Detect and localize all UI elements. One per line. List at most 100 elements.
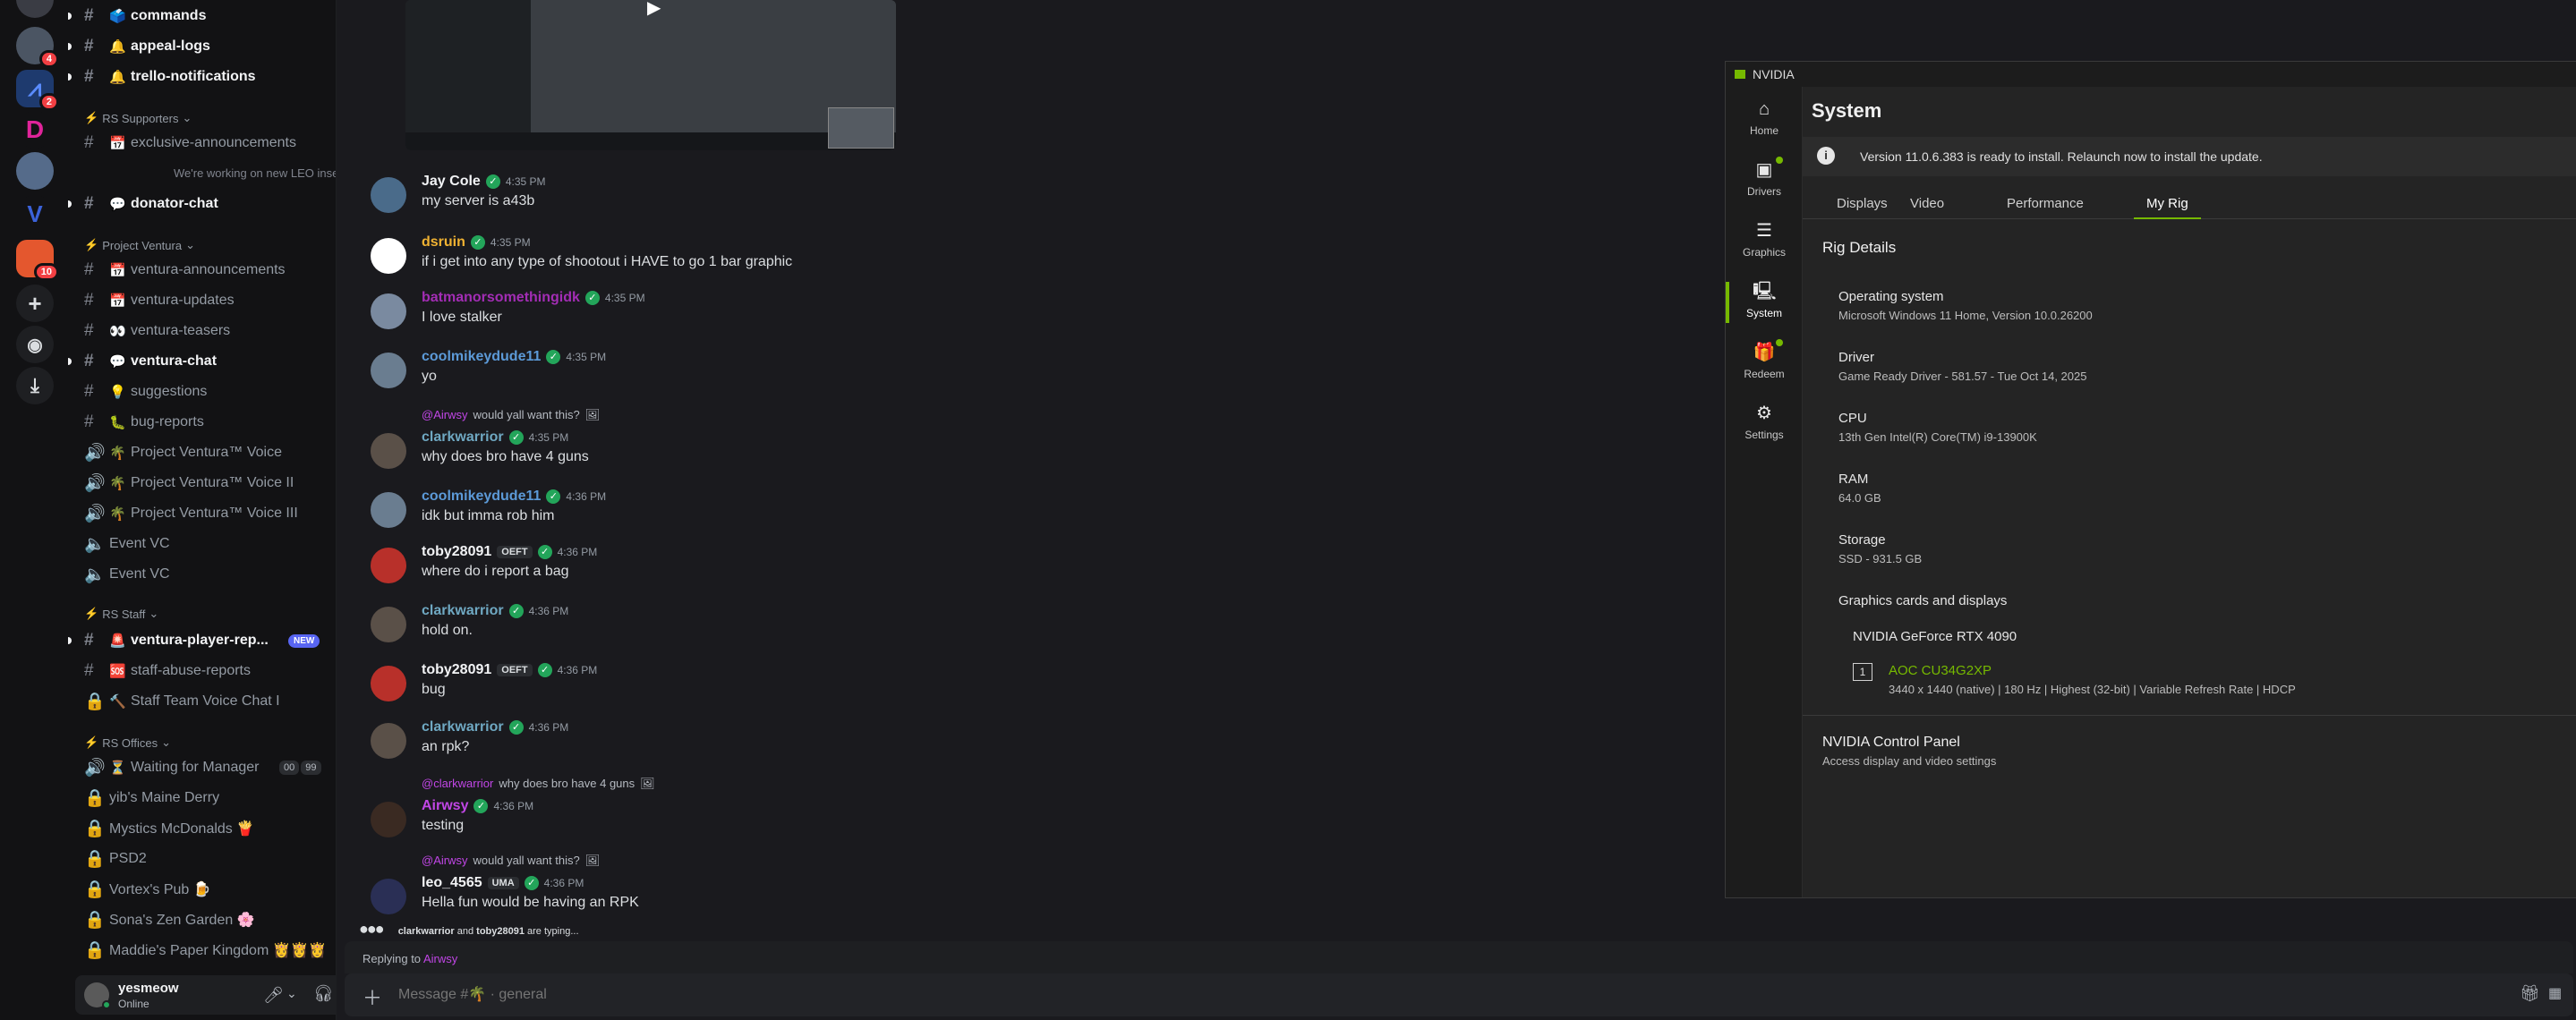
- channel-ventura-item[interactable]: 🔈 Event VC: [68, 530, 336, 558]
- server-icon[interactable]: ⩘ 2: [16, 70, 59, 111]
- reply-target[interactable]: Airwsy: [423, 952, 457, 965]
- avatar[interactable]: [371, 666, 406, 701]
- username[interactable]: toby28091: [422, 662, 491, 678]
- server-icon[interactable]: [16, 152, 54, 190]
- channel-ventura-player-reports[interactable]: # 🚨 ventura-player-rep... NEW: [68, 626, 336, 655]
- channel-office-item[interactable]: 🔒 yib's Maine Derry: [68, 784, 336, 812]
- hash-icon: #: [84, 133, 94, 152]
- avatar[interactable]: [371, 433, 406, 469]
- username[interactable]: coolmikeydude11: [422, 349, 541, 365]
- reply-user[interactable]: @Airwsy: [422, 854, 467, 867]
- channel-ventura-item[interactable]: # 📅 ventura-announcements: [68, 256, 336, 285]
- gif-icon[interactable]: ▦: [2548, 984, 2562, 1002]
- tab-performance[interactable]: Performance: [1994, 189, 2096, 219]
- reply-user[interactable]: @clarkwarrior: [422, 777, 493, 790]
- tab-video[interactable]: Video: [1898, 189, 1957, 219]
- reply-reference[interactable]: @clarkwarrior why does bro have 4 guns 🖼: [422, 777, 655, 791]
- server-icon[interactable]: [16, 0, 54, 18]
- server-icon[interactable]: D: [16, 111, 54, 149]
- channel-commands[interactable]: # 🗳️ commands: [68, 2, 336, 30]
- channel-appeal-logs[interactable]: # 🔔 appeal-logs: [68, 32, 336, 61]
- channel-exclusive-announcements[interactable]: # 📅 exclusive-announcements: [68, 129, 336, 157]
- username[interactable]: yesmeow: [118, 981, 179, 996]
- username[interactable]: Jay Cole: [422, 174, 481, 190]
- add-server-icon[interactable]: +: [16, 285, 54, 322]
- category-project-ventura[interactable]: ⚡ Project Ventura ⌄: [84, 238, 195, 252]
- username[interactable]: clarkwarrior: [422, 719, 504, 735]
- avatar[interactable]: [371, 353, 406, 388]
- nav-settings[interactable]: ⚙ Settings: [1726, 396, 1803, 452]
- chevron-down-icon[interactable]: ⌄: [286, 986, 297, 1001]
- channel-ventura-item[interactable]: # 💬 ventura-chat: [68, 347, 336, 376]
- username[interactable]: leo_4565: [422, 875, 482, 891]
- channel-trello-notifications[interactable]: # 🔔 trello-notifications: [68, 63, 336, 91]
- channel-ventura-item[interactable]: 🔈 Event VC: [68, 560, 336, 589]
- control-panel-title[interactable]: NVIDIA Control Panel: [1822, 735, 1960, 751]
- play-icon[interactable]: ▶: [647, 0, 672, 21]
- server-icon[interactable]: 4: [16, 27, 59, 68]
- server-icon[interactable]: V: [16, 195, 54, 233]
- channel-label: Sona's Zen Garden 🌸: [109, 913, 255, 928]
- avatar[interactable]: [371, 879, 406, 914]
- nav-redeem[interactable]: 🎁 Redeem: [1726, 336, 1803, 391]
- category-rs-supporters[interactable]: ⚡ RS Supporters ⌄: [84, 111, 192, 125]
- nav-system[interactable]: 🖳 System: [1726, 275, 1803, 330]
- username[interactable]: Airwsy: [422, 798, 468, 814]
- embed-video[interactable]: ▶: [405, 0, 896, 150]
- lock-icon: 🔒: [84, 880, 106, 899]
- avatar[interactable]: [371, 802, 406, 837]
- tab-displays[interactable]: Displays: [1824, 189, 1900, 219]
- channel-staff-abuse-reports[interactable]: # 🆘 staff-abuse-reports: [68, 657, 336, 685]
- image-icon: 🖼: [640, 777, 655, 790]
- reply-reference[interactable]: @Airwsy would yall want this? 🖼: [422, 408, 600, 422]
- channel-ventura-item[interactable]: 🔊 🌴 Project Ventura™ Voice III: [68, 499, 336, 528]
- username[interactable]: dsruin: [422, 234, 465, 251]
- channel-donator-chat[interactable]: # 💬 donator-chat: [68, 190, 336, 218]
- download-icon[interactable]: ⤓: [16, 367, 54, 404]
- channel-office-item[interactable]: 🔒 Mystics McDonalds 🍟: [68, 814, 336, 843]
- nav-graphics[interactable]: ☰ Graphics: [1726, 214, 1803, 269]
- channel-office-item[interactable]: 🔒 Vortex's Pub 🍺: [68, 875, 336, 904]
- avatar[interactable]: [371, 492, 406, 528]
- channel-office-item[interactable]: 🔒 Maddie's Paper Kingdom 👸👸👸: [68, 936, 336, 965]
- username[interactable]: clarkwarrior: [422, 429, 504, 446]
- username[interactable]: batmanorsomethingidk: [422, 290, 580, 306]
- headphones-icon[interactable]: 🎧︎: [313, 984, 334, 1003]
- monitor-name[interactable]: AOC CU34G2XP: [1889, 663, 1992, 678]
- channel-ventura-item[interactable]: # 👀 ventura-teasers: [68, 317, 336, 345]
- avatar[interactable]: [371, 177, 406, 213]
- avatar[interactable]: [371, 723, 406, 759]
- username[interactable]: clarkwarrior: [422, 603, 504, 619]
- category-rs-staff[interactable]: ⚡ RS Staff ⌄: [84, 607, 158, 621]
- channel-ventura-item[interactable]: 🔊 🌴 Project Ventura™ Voice II: [68, 469, 336, 497]
- channel-staff-team-voice[interactable]: 🔒 🔨 Staff Team Voice Chat I: [68, 687, 336, 716]
- channel-ventura-item[interactable]: # 📅 ventura-updates: [68, 286, 336, 315]
- channel-office-item[interactable]: 🔒 PSD2: [68, 845, 336, 873]
- category-label: RS Offices: [102, 735, 158, 750]
- thread-preview[interactable]: We're working on new LEO inserts and: [174, 166, 336, 180]
- nav-home[interactable]: ⌂ Home: [1726, 92, 1803, 148]
- add-attachment-icon[interactable]: ＋: [363, 982, 382, 1011]
- channel-ventura-item[interactable]: # 💡 suggestions: [68, 378, 336, 406]
- microphone-icon[interactable]: 🎤︎: [263, 986, 284, 1005]
- category-rs-offices[interactable]: ⚡ RS Offices ⌄: [84, 735, 171, 750]
- channel-ventura-item[interactable]: 🔊 🌴 Project Ventura™ Voice: [68, 438, 336, 467]
- discover-icon[interactable]: ◉: [16, 326, 54, 363]
- avatar[interactable]: [371, 607, 406, 642]
- channel-office-item[interactable]: 🔒 Sona's Zen Garden 🌸: [68, 905, 336, 934]
- username[interactable]: coolmikeydude11: [422, 489, 541, 505]
- avatar[interactable]: [371, 548, 406, 583]
- reply-reference[interactable]: @Airwsy would yall want this? 🖼: [422, 854, 600, 868]
- reply-user[interactable]: @Airwsy: [422, 408, 467, 421]
- server-icon[interactable]: 10: [16, 240, 59, 281]
- nav-drivers[interactable]: ▣ Drivers: [1726, 153, 1803, 208]
- avatar[interactable]: [371, 293, 406, 329]
- channel-ventura-item[interactable]: # 🐛 bug-reports: [68, 408, 336, 437]
- username[interactable]: toby28091: [422, 544, 491, 560]
- message-input[interactable]: [398, 984, 2457, 1006]
- avatar[interactable]: [371, 238, 406, 274]
- tab-my-rig[interactable]: My Rig: [2134, 189, 2201, 219]
- gift-icon[interactable]: 🎁︎: [2520, 984, 2540, 1003]
- app-title: NVIDIA: [1753, 67, 1795, 81]
- channel-waiting-for-manager[interactable]: 🔊 ⏳ Waiting for Manager 00 99: [68, 753, 336, 782]
